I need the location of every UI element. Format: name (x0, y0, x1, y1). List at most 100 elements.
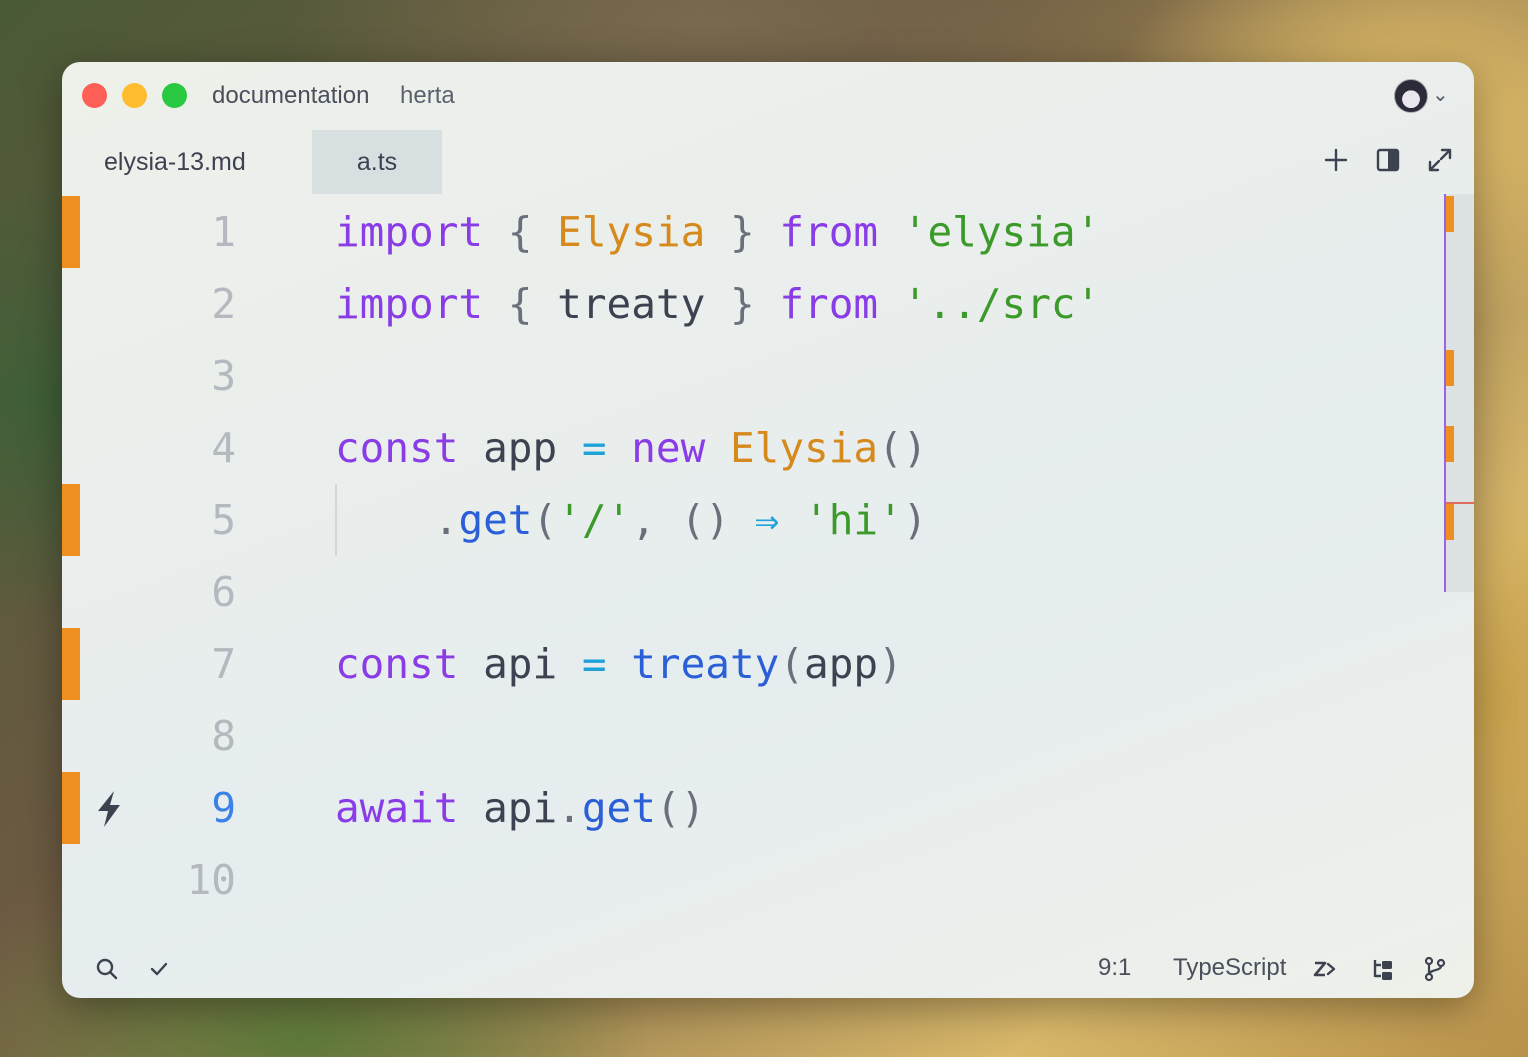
code-token: get (581, 784, 656, 832)
branch-name[interactable]: herta (400, 82, 455, 110)
scrollbar-change-marker (1446, 350, 1454, 386)
code-token: app (804, 640, 879, 688)
code-line[interactable]: 10 (62, 844, 1474, 916)
code-text[interactable]: const app = new Elysia() (335, 412, 927, 484)
code-token: from (779, 208, 879, 256)
tab-a-ts[interactable]: a.ts (312, 130, 442, 194)
scrollbar-cursor-marker (1446, 502, 1474, 504)
language-selector[interactable]: TypeScript (1173, 954, 1286, 982)
code-token: . (557, 784, 582, 832)
code-token: ( (532, 496, 558, 544)
minimize-window-button[interactable] (122, 83, 147, 108)
split-pane-icon[interactable] (1374, 146, 1402, 174)
cursor-position[interactable]: 9:1 (1098, 954, 1131, 982)
code-line[interactable]: 4 const app = new Elysia() (62, 412, 1474, 484)
line-number: 1 (211, 208, 236, 256)
code-token: const (335, 640, 459, 688)
line-number: 3 (211, 352, 236, 400)
line-number: 2 (211, 280, 236, 328)
code-token: treaty (631, 640, 780, 688)
code-token: ⇒ (754, 496, 780, 544)
code-token: app (458, 424, 582, 472)
code-token: import (335, 280, 484, 328)
code-line[interactable]: 3 (62, 340, 1474, 412)
code-line[interactable]: 6 (62, 556, 1474, 628)
code-token: } (705, 208, 780, 256)
code-token: await (335, 784, 459, 832)
zoom-window-button[interactable] (162, 83, 187, 108)
code-line[interactable]: 5 .get('/', () ⇒ 'hi') (62, 484, 1474, 556)
code-token: ( (779, 640, 805, 688)
line-number: 5 (211, 496, 236, 544)
code-line[interactable]: 7 const api = treaty(app) (62, 628, 1474, 700)
code-token: treaty (557, 280, 706, 328)
code-token: 'hi' (804, 496, 903, 544)
code-token: () (655, 784, 706, 832)
close-window-button[interactable] (82, 83, 107, 108)
outline-icon[interactable] (1370, 956, 1396, 982)
code-text[interactable]: import { Elysia } from 'elysia' (335, 196, 1100, 268)
code-token: { (483, 280, 558, 328)
scrollbar-change-marker (1446, 196, 1454, 232)
chevron-down-icon[interactable]: ⌄ (1432, 82, 1449, 107)
code-text[interactable]: const api = treaty(app) (335, 628, 903, 700)
project-name[interactable]: documentation (212, 82, 369, 110)
code-token: api (458, 784, 558, 832)
code-token: { (483, 208, 558, 256)
user-avatar[interactable] (1394, 79, 1428, 113)
code-line[interactable]: 2 import { treaty } from '../src' (62, 268, 1474, 340)
git-branch-icon[interactable] (1422, 956, 1448, 982)
code-token: import (335, 208, 484, 256)
code-text[interactable]: await api.get() (335, 772, 705, 844)
code-line[interactable]: 8 (62, 700, 1474, 772)
code-token: } (705, 280, 780, 328)
code-token: '/' (557, 496, 632, 544)
code-token: api (458, 640, 582, 688)
code-editor[interactable]: 1 import { Elysia } from 'elysia' 2 import … (62, 194, 1474, 934)
code-token: , () (631, 496, 755, 544)
code-token: Elysia (557, 208, 706, 256)
code-text[interactable]: import { treaty } from '../src' (335, 268, 1100, 340)
checkmark-icon[interactable] (146, 956, 172, 982)
line-number: 4 (211, 424, 236, 472)
line-number: 10 (186, 856, 236, 904)
code-token: '../src' (902, 280, 1101, 328)
code-token: . (433, 496, 459, 544)
line-number: 6 (211, 568, 236, 616)
status-bar: 9:1 TypeScript (62, 944, 1474, 998)
title-bar: documentation herta ⌄ (62, 62, 1474, 130)
tab-bar: elysia-13.md a.ts (62, 130, 1474, 194)
code-token: Elysia (729, 424, 879, 472)
code-line[interactable]: 1 import { Elysia } from 'elysia' (62, 196, 1474, 268)
code-token: = (581, 640, 607, 688)
scrollbar-change-marker (1446, 426, 1454, 462)
plus-icon[interactable] (1322, 146, 1350, 174)
expand-icon[interactable] (1426, 146, 1454, 174)
code-text[interactable]: .get('/', () ⇒ 'hi') (335, 484, 928, 556)
line-number: 9 (211, 784, 236, 832)
editor-window: documentation herta ⌄ elysia-13.md a.ts … (62, 62, 1474, 998)
code-token: new (631, 424, 706, 472)
line-number: 8 (211, 712, 236, 760)
code-token: from (779, 280, 879, 328)
code-token: ) (902, 496, 928, 544)
tab-elysia-13-md[interactable]: elysia-13.md (84, 130, 334, 194)
scrollbar-change-marker (1446, 504, 1454, 540)
code-token: = (581, 424, 607, 472)
zed-ai-icon[interactable] (1312, 956, 1338, 982)
code-token: const (335, 424, 459, 472)
search-icon[interactable] (94, 956, 120, 982)
line-number: 7 (211, 640, 236, 688)
code-token: () (878, 424, 928, 472)
code-token: ) (878, 640, 903, 688)
code-token: 'elysia' (902, 208, 1101, 256)
code-line[interactable]: 9 await api.get() (62, 772, 1474, 844)
code-token: get (458, 496, 533, 544)
